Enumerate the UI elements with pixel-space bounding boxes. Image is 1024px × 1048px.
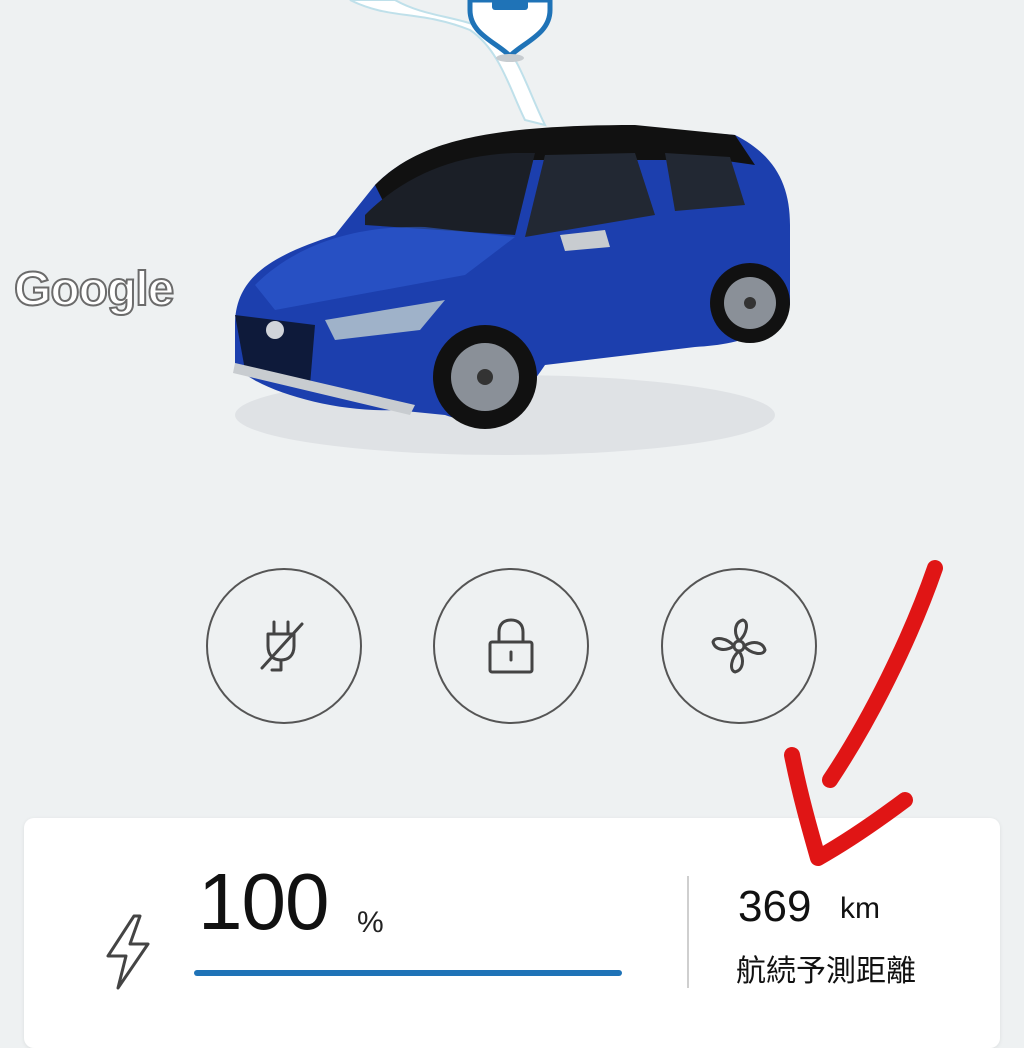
battery-status-card[interactable]: 100 % 369 km 航続予測距離 bbox=[24, 818, 1000, 1048]
fan-icon bbox=[711, 618, 767, 674]
battery-percentage: 100 bbox=[198, 857, 329, 946]
charging-off-icon bbox=[260, 620, 304, 672]
car-location-pin-icon[interactable] bbox=[462, 0, 558, 64]
lightning-bolt-icon bbox=[106, 914, 150, 990]
divider bbox=[687, 876, 689, 988]
climate-button[interactable] bbox=[661, 568, 817, 724]
range-value: 369 bbox=[738, 882, 812, 931]
range-label: 航続予測距離 bbox=[736, 954, 916, 989]
car-image bbox=[233, 125, 790, 455]
quick-actions bbox=[0, 568, 1024, 728]
battery-unit: % bbox=[357, 906, 384, 939]
battery-level-fill bbox=[194, 970, 622, 976]
range-unit: km bbox=[840, 892, 880, 925]
lock-button[interactable] bbox=[433, 568, 589, 724]
battery-level-bar bbox=[194, 970, 622, 976]
google-logo: Google bbox=[13, 262, 175, 317]
lock-icon bbox=[488, 618, 534, 674]
charge-button[interactable] bbox=[206, 568, 362, 724]
